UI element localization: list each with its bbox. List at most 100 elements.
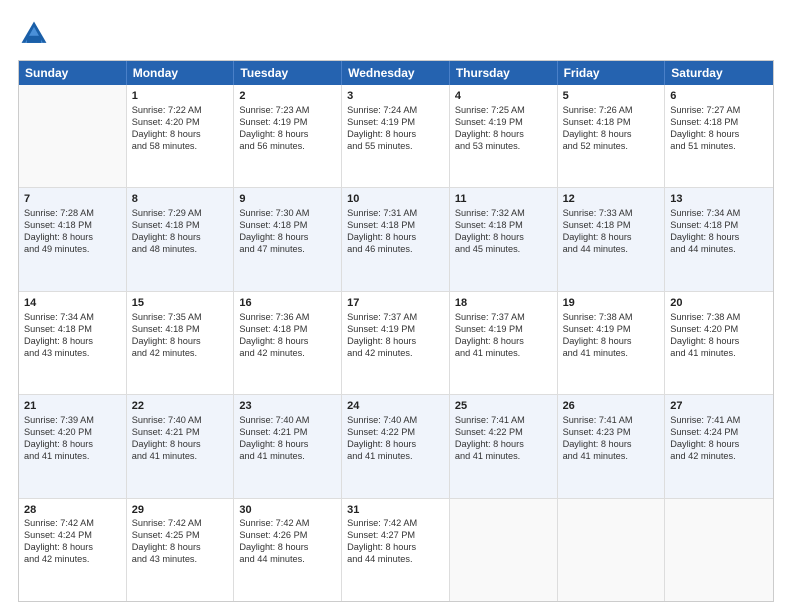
- sunset-text: Sunset: 4:20 PM: [670, 324, 768, 336]
- day-cell-25: 25 Sunrise: 7:41 AM Sunset: 4:22 PM Dayl…: [450, 395, 558, 497]
- daylight-text2: and 41 minutes.: [670, 348, 768, 360]
- day-number: 12: [563, 192, 660, 207]
- header-day-monday: Monday: [127, 61, 235, 85]
- daylight-text2: and 41 minutes.: [239, 451, 336, 463]
- sunset-text: Sunset: 4:18 PM: [24, 220, 121, 232]
- day-cell-24: 24 Sunrise: 7:40 AM Sunset: 4:22 PM Dayl…: [342, 395, 450, 497]
- header-day-thursday: Thursday: [450, 61, 558, 85]
- sunset-text: Sunset: 4:19 PM: [455, 117, 552, 129]
- daylight-text2: and 48 minutes.: [132, 244, 229, 256]
- day-cell-19: 19 Sunrise: 7:38 AM Sunset: 4:19 PM Dayl…: [558, 292, 666, 394]
- day-number: 15: [132, 296, 229, 311]
- day-cell-22: 22 Sunrise: 7:40 AM Sunset: 4:21 PM Dayl…: [127, 395, 235, 497]
- sunset-text: Sunset: 4:18 PM: [239, 324, 336, 336]
- daylight-text: Daylight: 8 hours: [132, 542, 229, 554]
- daylight-text2: and 43 minutes.: [24, 348, 121, 360]
- daylight-text2: and 44 minutes.: [347, 554, 444, 566]
- sunrise-text: Sunrise: 7:40 AM: [239, 415, 336, 427]
- sunset-text: Sunset: 4:18 PM: [132, 324, 229, 336]
- empty-cell: [665, 499, 773, 601]
- sunrise-text: Sunrise: 7:23 AM: [239, 105, 336, 117]
- day-number: 26: [563, 399, 660, 414]
- sunset-text: Sunset: 4:25 PM: [132, 530, 229, 542]
- sunrise-text: Sunrise: 7:42 AM: [132, 518, 229, 530]
- daylight-text: Daylight: 8 hours: [670, 232, 768, 244]
- sunset-text: Sunset: 4:19 PM: [239, 117, 336, 129]
- daylight-text2: and 53 minutes.: [455, 141, 552, 153]
- day-number: 5: [563, 89, 660, 104]
- day-cell-14: 14 Sunrise: 7:34 AM Sunset: 4:18 PM Dayl…: [19, 292, 127, 394]
- day-cell-8: 8 Sunrise: 7:29 AM Sunset: 4:18 PM Dayli…: [127, 188, 235, 290]
- header-day-sunday: Sunday: [19, 61, 127, 85]
- day-number: 6: [670, 89, 768, 104]
- calendar-body: 1 Sunrise: 7:22 AM Sunset: 4:20 PM Dayli…: [19, 85, 773, 601]
- day-number: 18: [455, 296, 552, 311]
- day-cell-17: 17 Sunrise: 7:37 AM Sunset: 4:19 PM Dayl…: [342, 292, 450, 394]
- calendar-header: SundayMondayTuesdayWednesdayThursdayFrid…: [19, 61, 773, 85]
- sunset-text: Sunset: 4:18 PM: [24, 324, 121, 336]
- day-number: 3: [347, 89, 444, 104]
- day-number: 21: [24, 399, 121, 414]
- daylight-text2: and 45 minutes.: [455, 244, 552, 256]
- daylight-text: Daylight: 8 hours: [563, 336, 660, 348]
- daylight-text: Daylight: 8 hours: [132, 336, 229, 348]
- logo-icon: [18, 18, 50, 50]
- daylight-text2: and 42 minutes.: [670, 451, 768, 463]
- day-number: 22: [132, 399, 229, 414]
- sunrise-text: Sunrise: 7:34 AM: [670, 208, 768, 220]
- sunset-text: Sunset: 4:18 PM: [563, 220, 660, 232]
- daylight-text2: and 41 minutes.: [563, 451, 660, 463]
- sunset-text: Sunset: 4:19 PM: [563, 324, 660, 336]
- daylight-text2: and 58 minutes.: [132, 141, 229, 153]
- daylight-text2: and 55 minutes.: [347, 141, 444, 153]
- day-cell-7: 7 Sunrise: 7:28 AM Sunset: 4:18 PM Dayli…: [19, 188, 127, 290]
- sunset-text: Sunset: 4:18 PM: [455, 220, 552, 232]
- daylight-text2: and 51 minutes.: [670, 141, 768, 153]
- sunrise-text: Sunrise: 7:37 AM: [347, 312, 444, 324]
- sunset-text: Sunset: 4:21 PM: [132, 427, 229, 439]
- sunset-text: Sunset: 4:24 PM: [24, 530, 121, 542]
- day-number: 14: [24, 296, 121, 311]
- daylight-text: Daylight: 8 hours: [239, 232, 336, 244]
- day-cell-20: 20 Sunrise: 7:38 AM Sunset: 4:20 PM Dayl…: [665, 292, 773, 394]
- daylight-text2: and 42 minutes.: [239, 348, 336, 360]
- daylight-text2: and 41 minutes.: [132, 451, 229, 463]
- day-number: 30: [239, 503, 336, 518]
- daylight-text2: and 47 minutes.: [239, 244, 336, 256]
- daylight-text: Daylight: 8 hours: [455, 232, 552, 244]
- daylight-text2: and 41 minutes.: [455, 348, 552, 360]
- daylight-text2: and 41 minutes.: [455, 451, 552, 463]
- sunrise-text: Sunrise: 7:30 AM: [239, 208, 336, 220]
- daylight-text: Daylight: 8 hours: [670, 129, 768, 141]
- daylight-text: Daylight: 8 hours: [563, 232, 660, 244]
- sunrise-text: Sunrise: 7:42 AM: [347, 518, 444, 530]
- day-number: 8: [132, 192, 229, 207]
- day-number: 27: [670, 399, 768, 414]
- day-cell-16: 16 Sunrise: 7:36 AM Sunset: 4:18 PM Dayl…: [234, 292, 342, 394]
- day-number: 9: [239, 192, 336, 207]
- header-day-saturday: Saturday: [665, 61, 773, 85]
- daylight-text: Daylight: 8 hours: [132, 129, 229, 141]
- daylight-text: Daylight: 8 hours: [455, 439, 552, 451]
- day-cell-31: 31 Sunrise: 7:42 AM Sunset: 4:27 PM Dayl…: [342, 499, 450, 601]
- daylight-text: Daylight: 8 hours: [563, 439, 660, 451]
- day-number: 29: [132, 503, 229, 518]
- daylight-text: Daylight: 8 hours: [347, 336, 444, 348]
- sunrise-text: Sunrise: 7:34 AM: [24, 312, 121, 324]
- page: SundayMondayTuesdayWednesdayThursdayFrid…: [0, 0, 792, 612]
- day-cell-12: 12 Sunrise: 7:33 AM Sunset: 4:18 PM Dayl…: [558, 188, 666, 290]
- sunrise-text: Sunrise: 7:40 AM: [132, 415, 229, 427]
- day-cell-11: 11 Sunrise: 7:32 AM Sunset: 4:18 PM Dayl…: [450, 188, 558, 290]
- daylight-text: Daylight: 8 hours: [24, 439, 121, 451]
- sunset-text: Sunset: 4:19 PM: [347, 324, 444, 336]
- day-number: 17: [347, 296, 444, 311]
- sunset-text: Sunset: 4:18 PM: [347, 220, 444, 232]
- daylight-text2: and 44 minutes.: [563, 244, 660, 256]
- day-number: 13: [670, 192, 768, 207]
- daylight-text: Daylight: 8 hours: [239, 542, 336, 554]
- daylight-text2: and 42 minutes.: [24, 554, 121, 566]
- calendar-row-2: 14 Sunrise: 7:34 AM Sunset: 4:18 PM Dayl…: [19, 292, 773, 395]
- day-cell-30: 30 Sunrise: 7:42 AM Sunset: 4:26 PM Dayl…: [234, 499, 342, 601]
- day-cell-2: 2 Sunrise: 7:23 AM Sunset: 4:19 PM Dayli…: [234, 85, 342, 187]
- header-day-wednesday: Wednesday: [342, 61, 450, 85]
